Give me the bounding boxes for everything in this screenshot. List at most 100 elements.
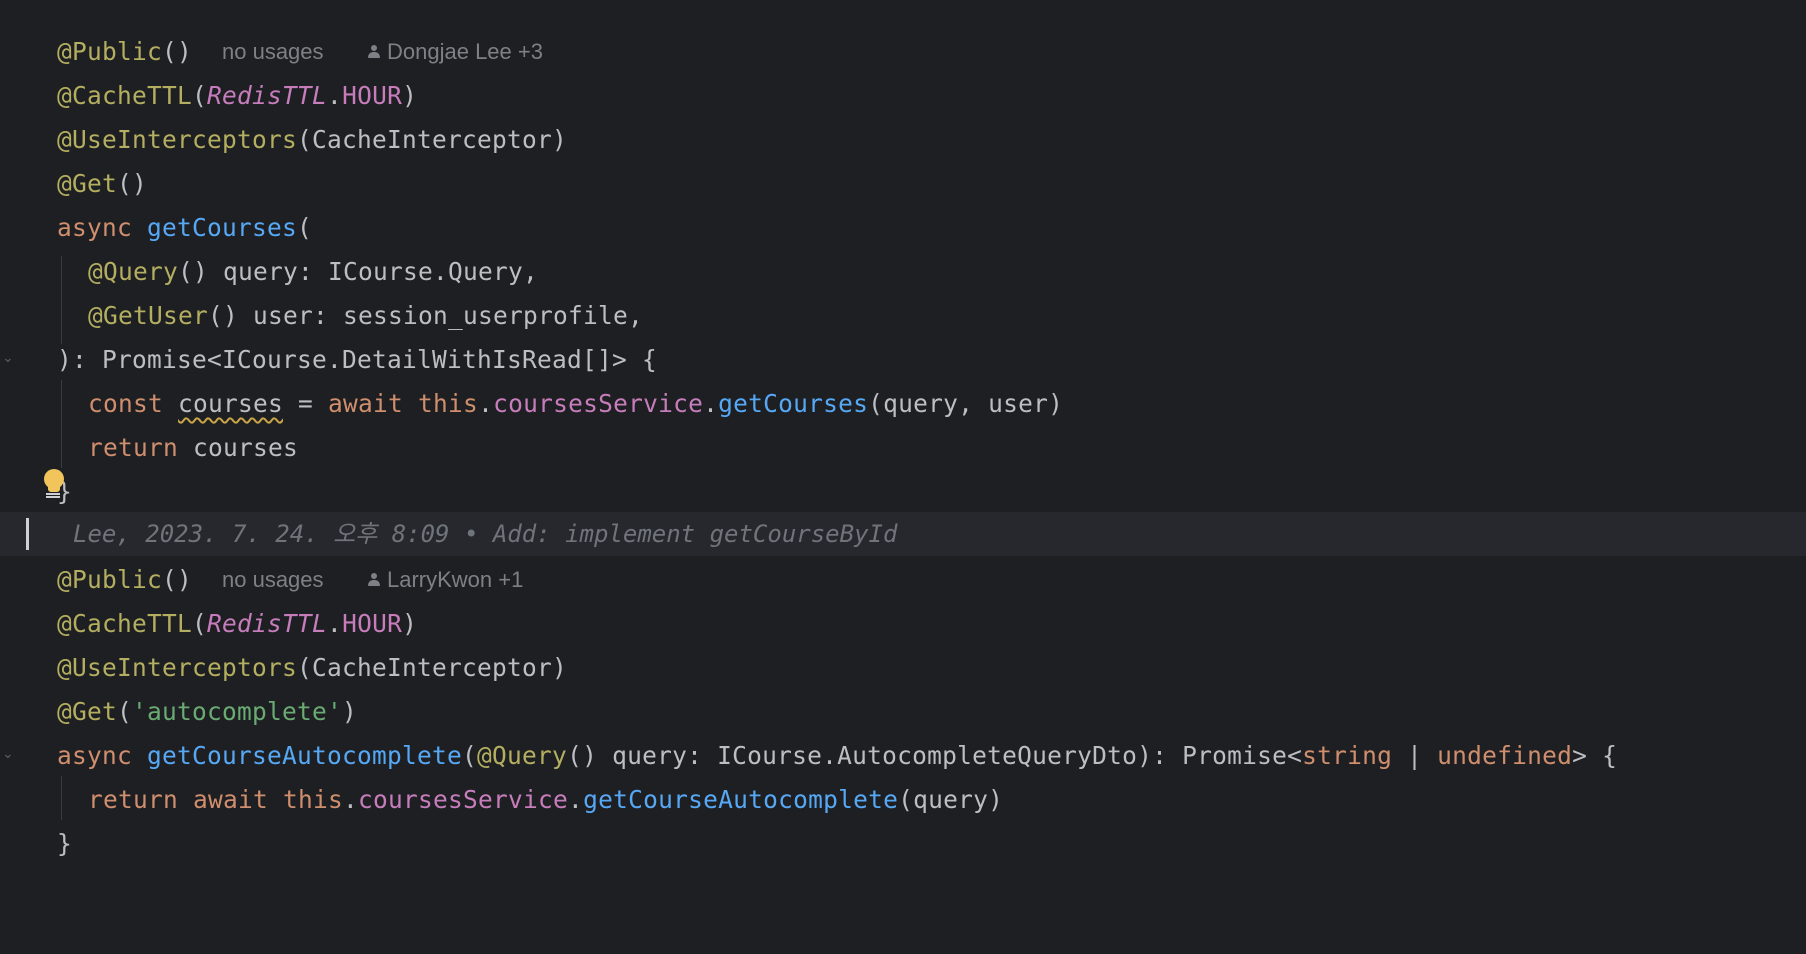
code-token: () — [162, 565, 193, 594]
code-token: HOUR — [342, 81, 403, 110]
code-line[interactable]: @UseInterceptors(CacheInterceptor) — [0, 118, 1806, 162]
code-text: @Get() — [57, 162, 147, 206]
code-token: ( — [117, 697, 133, 726]
code-token: courses — [178, 389, 284, 418]
code-line[interactable]: @Get('autocomplete') — [0, 690, 1806, 734]
code-text: @CacheTTL(RedisTTL.HOUR) — [57, 602, 417, 646]
code-token: async — [57, 741, 148, 770]
code-token: string — [1302, 741, 1393, 770]
usages-hint[interactable]: no usages — [222, 30, 324, 74]
code-token: . — [327, 609, 343, 638]
code-token: . — [478, 389, 494, 418]
code-token: () query: ICourse.AutocompleteQueryDto):… — [567, 741, 1303, 770]
code-token: > { — [1572, 741, 1618, 770]
code-token: @Public — [57, 37, 163, 66]
code-text: @Get('autocomplete') — [57, 690, 357, 734]
authors-hint-label: Dongjae Lee +3 — [387, 39, 543, 64]
code-token: ( — [192, 81, 208, 110]
code-token: @GetUser — [88, 301, 209, 330]
code-token: getCourseAutocomplete — [583, 785, 899, 814]
code-token: (CacheInterceptor) — [297, 125, 568, 154]
code-token: getCourses — [718, 389, 869, 418]
code-text: async getCourses( — [57, 206, 312, 250]
code-token: . — [703, 389, 719, 418]
code-token: return — [88, 433, 194, 462]
code-token: RedisTTL — [207, 609, 328, 638]
code-text: } — [57, 822, 72, 866]
code-line[interactable]: async getCourses( — [0, 206, 1806, 250]
code-token: . — [343, 785, 359, 814]
code-editor[interactable]: ⌄ ⌄ @Public() no usages Dongjae Lee +3 @… — [0, 0, 1806, 874]
code-token: = — [283, 389, 329, 418]
code-text: @UseInterceptors(CacheInterceptor) — [57, 646, 567, 690]
code-token: . — [327, 81, 343, 110]
code-line[interactable]: const courses = await this.coursesServic… — [0, 382, 1806, 426]
code-line[interactable]: @CacheTTL(RedisTTL.HOUR) — [0, 602, 1806, 646]
person-icon — [367, 44, 381, 60]
person-icon — [367, 572, 381, 588]
code-token: getCourses — [147, 213, 298, 242]
code-token: @Query — [88, 257, 179, 286]
code-line[interactable]: @UseInterceptors(CacheInterceptor) — [0, 646, 1806, 690]
code-token: RedisTTL — [207, 81, 328, 110]
code-text: return courses — [57, 426, 298, 470]
code-line[interactable]: ): Promise<ICourse.DetailWithIsRead[]> { — [0, 338, 1806, 382]
code-token: () — [162, 37, 193, 66]
authors-hint[interactable]: Dongjae Lee +3 — [367, 30, 543, 74]
code-text: async getCourseAutocomplete(@Query() que… — [57, 734, 1617, 778]
code-token: getCourseAutocomplete — [147, 741, 463, 770]
code-token: ( — [192, 609, 208, 638]
code-token: @Public — [57, 565, 163, 594]
code-text: @Public() — [57, 558, 192, 602]
text-caret — [26, 518, 29, 550]
authors-hint[interactable]: LarryKwon +1 — [367, 558, 523, 602]
code-token: HOUR — [342, 609, 403, 638]
code-text: @Public() — [57, 30, 192, 74]
code-line[interactable]: return courses — [0, 426, 1806, 470]
code-token: () query: ICourse.Query, — [178, 257, 539, 286]
code-token: @Query — [477, 741, 568, 770]
code-token: ( — [462, 741, 478, 770]
code-token: (query) — [898, 785, 1004, 814]
code-token: () — [117, 169, 148, 198]
code-text: @Query() query: ICourse.Query, — [57, 250, 538, 294]
code-line[interactable]: async getCourseAutocomplete(@Query() que… — [0, 734, 1806, 778]
authors-hint-label: LarryKwon +1 — [387, 567, 524, 592]
code-token: | — [1392, 741, 1438, 770]
code-text: return await this.coursesService.getCour… — [57, 778, 1003, 822]
code-text: @UseInterceptors(CacheInterceptor) — [57, 118, 567, 162]
code-token: await this — [328, 389, 479, 418]
code-line[interactable]: @GetUser() user: session_userprofile, — [0, 294, 1806, 338]
code-token: coursesService — [358, 785, 569, 814]
git-blame-annotation[interactable]: Lee, 2023. 7. 24. 오후 8:09 • Add: impleme… — [73, 512, 897, 556]
code-token: undefined — [1437, 741, 1573, 770]
code-token: courses — [193, 433, 299, 462]
lightbulb-icon[interactable] — [42, 469, 66, 499]
code-line[interactable]: return await this.coursesService.getCour… — [0, 778, 1806, 822]
code-text: ): Promise<ICourse.DetailWithIsRead[]> { — [57, 338, 657, 382]
code-token: 'autocomplete' — [132, 697, 343, 726]
code-line[interactable]: } — [0, 470, 1806, 514]
code-token: coursesService — [493, 389, 704, 418]
code-line[interactable]: @Public() no usages Dongjae Lee +3 — [0, 30, 1806, 74]
code-line[interactable]: @CacheTTL(RedisTTL.HOUR) — [0, 74, 1806, 118]
code-token: () user: session_userprofile, — [208, 301, 644, 330]
code-token: @Get — [57, 697, 118, 726]
usages-hint[interactable]: no usages — [222, 558, 324, 602]
code-token: (CacheInterceptor) — [297, 653, 568, 682]
code-token: . — [568, 785, 584, 814]
code-token: async — [57, 213, 148, 242]
code-line[interactable]: @Query() query: ICourse.Query, — [0, 250, 1806, 294]
code-token: @UseInterceptors — [57, 125, 298, 154]
code-line[interactable]: } — [0, 822, 1806, 866]
code-text: @CacheTTL(RedisTTL.HOUR) — [57, 74, 417, 118]
code-token: @CacheTTL — [57, 609, 193, 638]
code-line[interactable]: @Public() no usages LarryKwon +1 — [0, 558, 1806, 602]
code-token: const — [88, 389, 179, 418]
code-token: (query, user) — [868, 389, 1064, 418]
code-line[interactable]: @Get() — [0, 162, 1806, 206]
code-token: } — [57, 829, 73, 858]
code-token: @CacheTTL — [57, 81, 193, 110]
code-token: return await this — [88, 785, 344, 814]
code-text: const courses = await this.coursesServic… — [57, 382, 1063, 426]
